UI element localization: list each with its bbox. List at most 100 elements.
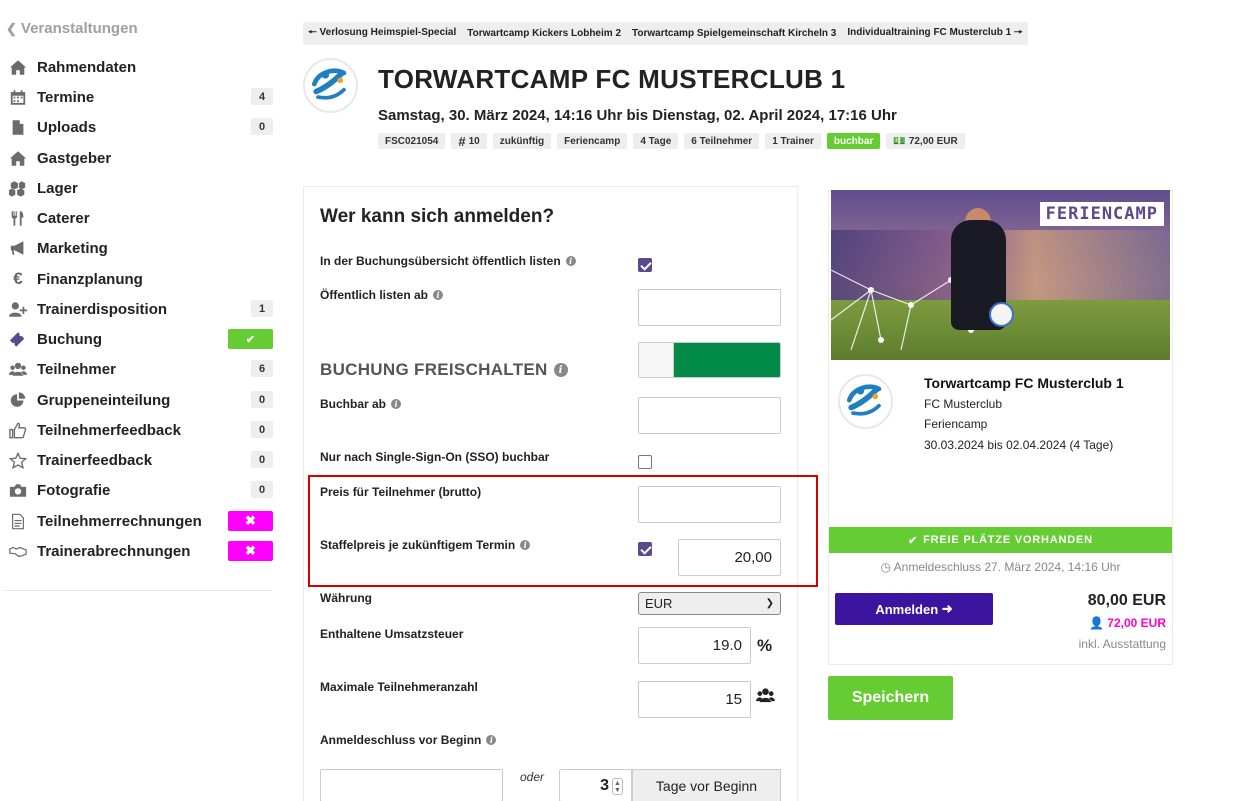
nav-next-link[interactable]: Individualtraining FC Musterclub 1 🠖	[847, 25, 1022, 42]
trainerabrechnungen-missing-badge: ✖	[228, 541, 273, 561]
sidebar-item-teilnehmerrechnungen[interactable]: Teilnehmerrechnungen ✖	[8, 509, 273, 533]
sidebar-item-teilnehmerfeedback[interactable]: Teilnehmerfeedback 0	[8, 418, 273, 442]
termine-count-badge: 4	[251, 88, 273, 105]
save-button[interactable]: Speichern	[828, 676, 953, 720]
home-icon	[8, 149, 28, 167]
vat-label: Enthaltene Umsatzsteuer	[320, 627, 464, 641]
tier-price-input[interactable]: 20,00	[678, 539, 781, 576]
camera-icon	[8, 481, 28, 499]
nav-prev-link[interactable]: 🠔 Verlosung Heimspiel-Special	[308, 25, 456, 42]
info-icon: i	[520, 540, 531, 550]
currency-select[interactable]: EUR ❯	[638, 592, 781, 615]
file-icon	[8, 118, 28, 136]
sidebar-item-trainerdisposition[interactable]: Trainerdisposition 1	[8, 297, 273, 321]
hash-icon: #	[458, 133, 466, 149]
public-list-checkbox[interactable]	[638, 258, 652, 272]
info-icon: i	[391, 399, 402, 409]
registration-deadline: ◷ Anmeldeschluss 27. März 2024, 14:16 Uh…	[880, 560, 1121, 574]
sidebar-item-trainerfeedback[interactable]: Trainerfeedback 0	[8, 448, 273, 472]
max-participants-label: Maximale Teilnehmeranzahl	[320, 680, 478, 694]
bookable-from-label: Buchbar ab i	[320, 397, 402, 411]
tag-participants: 6 Teilnehmer	[684, 133, 760, 149]
tier-price-checkbox[interactable]	[638, 542, 652, 556]
club-logo	[303, 58, 358, 113]
tag-price: 💵 72,00 EUR	[886, 133, 965, 149]
max-participants-input[interactable]: 15	[638, 681, 751, 718]
sidebar-item-gastgeber[interactable]: Gastgeber	[8, 146, 273, 170]
availability-status: ✔ FREIE PLÄTZE VORHANDEN	[829, 527, 1172, 553]
card-type: Feriencamp	[924, 417, 988, 431]
ticket-icon	[8, 330, 28, 348]
cubes-icon	[8, 179, 28, 197]
thumbs-up-icon	[8, 421, 28, 439]
card-member-price: 👤 72,00 EUR	[1089, 616, 1166, 630]
sso-label: Nur nach Single-Sign-On (SSO) buchbar	[320, 450, 550, 464]
booking-unlock-toggle[interactable]	[638, 342, 781, 378]
cutlery-icon	[8, 209, 28, 227]
chevron-left-icon: ❮	[6, 21, 17, 36]
tag-category: Feriencamp	[557, 133, 628, 149]
sidebar-item-finanzplanung[interactable]: € Finanzplanung	[8, 267, 273, 291]
tag-duration: 4 Tage	[633, 133, 679, 149]
sidebar-item-caterer[interactable]: Caterer	[8, 206, 273, 230]
tag-trainers: 1 Trainer	[765, 133, 821, 149]
card-price-note: inkl. Ausstattung	[1078, 637, 1166, 651]
sidebar-item-lager[interactable]: Lager	[8, 176, 273, 200]
sidebar-item-rahmendaten[interactable]: Rahmendaten	[8, 55, 273, 79]
sidebar-item-uploads[interactable]: Uploads 0	[8, 115, 273, 139]
buchung-ok-badge: ✔	[228, 329, 273, 349]
percent-suffix: %	[757, 636, 773, 655]
event-title: TORWARTCAMP FC MUSTERCLUB 1	[378, 64, 846, 94]
price-label: Preis für Teilnehmer (brutto)	[320, 485, 482, 499]
bullhorn-icon	[8, 239, 28, 257]
sidebar-item-marketing[interactable]: Marketing	[8, 236, 273, 260]
info-icon: i	[486, 735, 497, 745]
deadline-date-input[interactable]	[320, 769, 503, 801]
info-icon: i	[553, 363, 568, 377]
card-club: FC Musterclub	[924, 397, 1003, 411]
tag-event-code: FSC021054	[378, 133, 446, 149]
teilnehmerfeedback-count-badge: 0	[251, 421, 273, 438]
public-list-label: In der Buchungsübersicht öffentlich list…	[320, 254, 576, 268]
tag-status: zukünftig	[492, 133, 552, 149]
gruppeneinteilung-count-badge: 0	[251, 391, 273, 408]
info-icon: i	[565, 256, 576, 266]
public-from-input[interactable]	[638, 289, 781, 326]
fotografie-count-badge: 0	[251, 481, 273, 498]
vat-input[interactable]: 19.0	[638, 627, 751, 664]
sidebar-item-teilnehmer[interactable]: Teilnehmer 6	[8, 357, 273, 381]
bookable-from-input[interactable]	[638, 397, 781, 434]
uploads-count-badge: 0	[251, 118, 273, 135]
trainerdisposition-count-badge: 1	[251, 300, 273, 317]
back-link[interactable]: ❮ Veranstaltungen	[6, 20, 138, 37]
tag-event-number: #10	[451, 133, 487, 149]
sidebar-item-fotografie[interactable]: Fotografie 0	[8, 478, 273, 502]
sidebar-item-trainerabrechnungen[interactable]: Trainerabrechnungen ✖	[8, 539, 273, 563]
deadline-label: Anmeldeschluss vor Beginn i	[320, 733, 497, 747]
price-input[interactable]	[638, 486, 781, 523]
home-icon	[8, 58, 28, 76]
pie-chart-icon	[8, 391, 28, 409]
euro-icon: €	[13, 269, 23, 288]
stepper-arrows-icon[interactable]: ▲ ▼	[612, 778, 623, 795]
register-button[interactable]: Anmelden ➜	[835, 593, 993, 625]
or-label: oder	[520, 770, 545, 784]
sso-checkbox[interactable]	[638, 455, 652, 469]
teilnehmerrechnungen-missing-badge: ✖	[228, 511, 273, 531]
tag-bookable: buchbar	[826, 133, 881, 149]
card-club-logo	[838, 374, 893, 429]
section-booking-unlock: BUCHUNG FREISCHALTEN i	[320, 360, 568, 380]
sidebar-item-buchung[interactable]: Buchung ✔	[8, 327, 273, 351]
card-dates: 30.03.2024 bis 02.04.2024 (4 Tage)	[924, 438, 1114, 452]
user-icon: 👤	[1089, 616, 1104, 630]
nav-link-1[interactable]: Torwartcamp Kickers Lobheim 2	[467, 28, 621, 39]
days-stepper[interactable]: 3 ▲ ▼	[559, 769, 632, 801]
form-title: Wer kann sich anmelden?	[320, 206, 555, 227]
sidebar-item-termine[interactable]: Termine 4	[8, 85, 273, 109]
trainerfeedback-count-badge: 0	[251, 451, 273, 468]
currency-label: Währung	[320, 591, 372, 605]
tier-price-label: Staffelpreis je zukünftigem Termin i	[320, 538, 531, 552]
sidebar-item-gruppeneinteilung[interactable]: Gruppeneinteilung 0	[8, 388, 273, 412]
arrow-right-icon: ➜	[941, 601, 953, 616]
nav-link-2[interactable]: Torwartcamp Spielgemeinschaft Kircheln 3	[632, 28, 836, 39]
